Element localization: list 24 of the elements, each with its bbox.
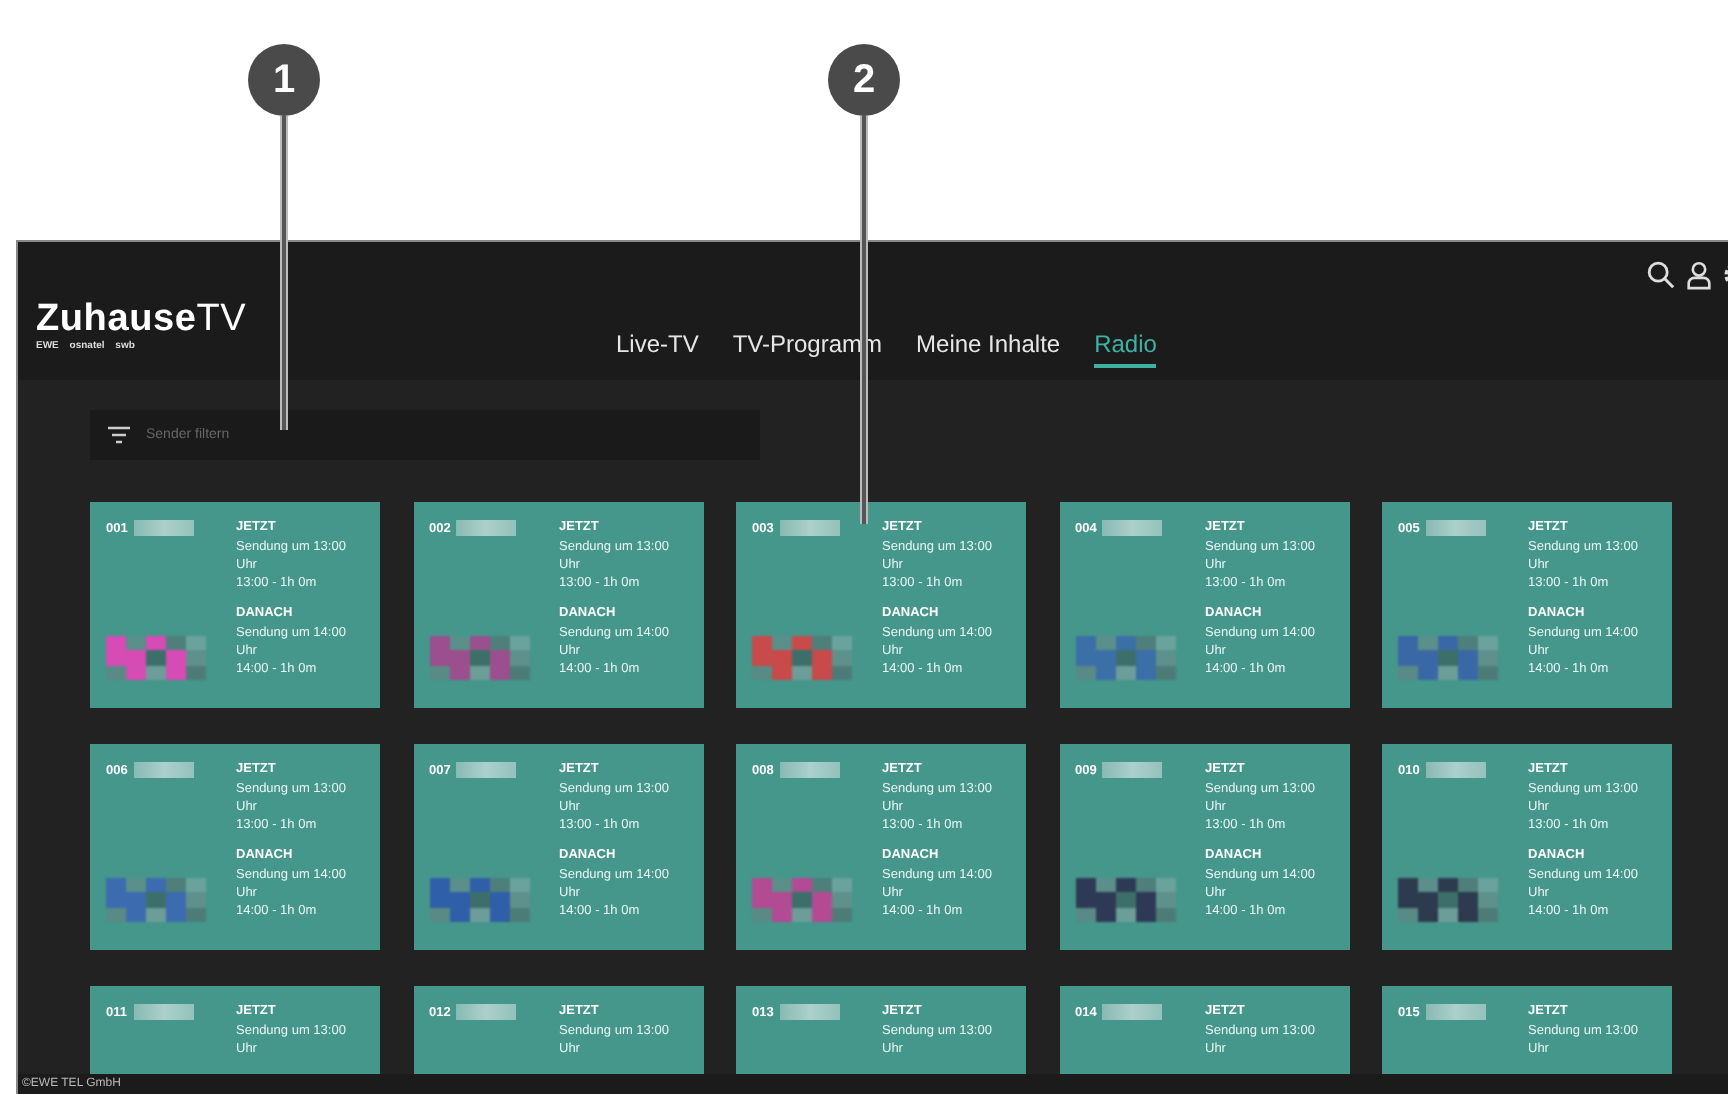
blurred-channel-name [133,1004,193,1020]
blurred-channel-name [456,520,517,536]
blurred-channel-name [1102,762,1163,778]
blurred-channel-name [1425,1004,1486,1020]
blurred-channel-name [456,1004,517,1020]
nav-tab[interactable]: Meine Inhalte [916,330,1061,368]
callout-badge: 2 [828,44,900,116]
blurred-channel-name [1425,520,1486,536]
blurred-channel-name [1425,762,1486,778]
search-icon[interactable] [1646,260,1676,290]
nav-tab[interactable]: Live-TV [616,330,699,368]
blurred-channel-name [1102,520,1163,536]
blurred-channel-name [779,762,840,778]
blurred-channel-name [1102,1004,1163,1020]
blurred-channel-name [456,762,517,778]
callout-badge: 1 [248,44,320,116]
blurred-channel-name [133,762,194,778]
nav-tab[interactable]: Radio [1094,330,1157,368]
blurred-channel-name [779,1004,840,1020]
user-icon[interactable] [1684,260,1714,290]
blurred-channel-name [133,520,194,536]
blurred-channel-name [779,520,840,536]
app-logo: ZuhauseTV [36,298,249,340]
filter-icon [108,426,130,444]
